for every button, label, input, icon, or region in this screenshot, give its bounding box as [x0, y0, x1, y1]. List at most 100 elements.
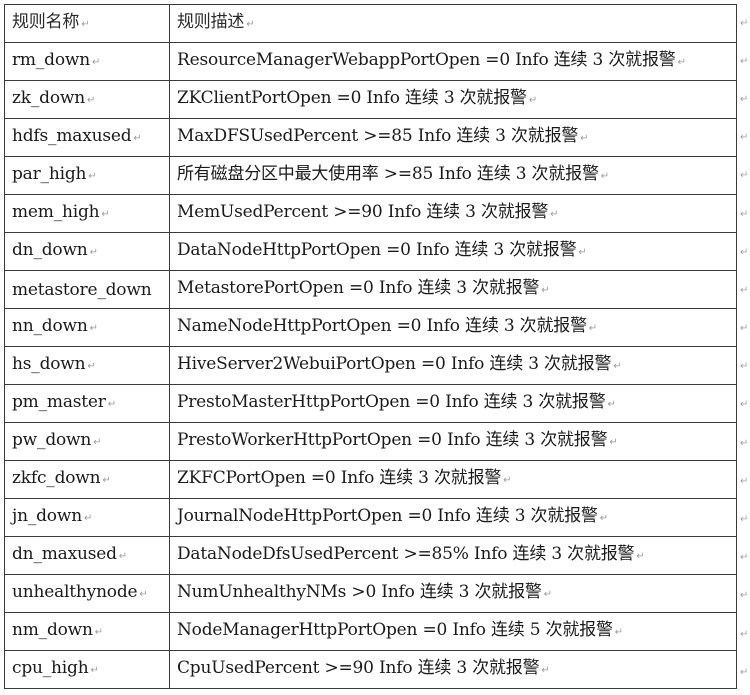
- rule-description: JournalNodeHttpPortOpen =0 Info 连续 3 次就报…: [177, 506, 598, 526]
- paragraph-mark-icon: ↵: [102, 475, 111, 486]
- paragraph-mark-icon: ↵: [614, 627, 623, 638]
- rule-name: zk_down: [12, 88, 85, 108]
- rule-name-cell: pw_down ↵: [4, 422, 170, 461]
- rule-name-cell: nm_down ↵: [4, 612, 170, 651]
- rule-description: ResourceManagerWebappPortOpen =0 Info 连续…: [177, 50, 676, 70]
- row-end-mark-icon: ↵: [740, 284, 749, 296]
- table-row: nm_down ↵ NodeManagerHttpPortOpen =0 Info …: [4, 612, 737, 651]
- rule-name: dn_maxused: [12, 544, 117, 564]
- row-end-mark-icon: ↵: [740, 323, 749, 335]
- table-row: par_high ↵ 所有磁盘分区中最大使用率 >=85 Info 连续 3 次就报…: [4, 156, 737, 195]
- rule-description: MetastorePortOpen =0 Info 连续 3 次就报警: [177, 278, 540, 298]
- row-end-mark-icon: ↵: [740, 361, 749, 373]
- paragraph-mark-icon: ↵: [87, 361, 96, 372]
- rule-name: zkfc_down: [12, 468, 101, 488]
- rule-name-cell: cpu_high ↵: [4, 650, 170, 689]
- rule-description-cell: NodeManagerHttpPortOpen =0 Info 连续 5 次就报…: [169, 612, 737, 651]
- rule-description-cell: ResourceManagerWebappPortOpen =0 Info 连续…: [169, 42, 737, 81]
- rule-description-cell: MemUsedPercent >=90 Info 连续 3 次就报警 ↵: [169, 194, 737, 233]
- row-end-mark-icon: ↵: [740, 514, 749, 526]
- rule-name: pw_down: [12, 430, 92, 450]
- rule-description-cell: ZKClientPortOpen =0 Info 连续 3 次就报警 ↵: [169, 80, 737, 119]
- alert-rules-table: 规则名称 ↵ 规则描述 ↵ rm_down ↵ ResourceManagerWebap…: [4, 4, 737, 689]
- header-rule-description: 规则描述 ↵: [169, 4, 737, 43]
- rule-description-cell: DataNodeHttpPortOpen =0 Info 连续 3 次就报警 ↵: [169, 232, 737, 271]
- rule-name: rm_down: [12, 50, 90, 70]
- rule-name: cpu_high: [12, 658, 89, 678]
- rule-description-cell: MaxDFSUsedPercent >=85 Info 连续 3 次就报警 ↵: [169, 118, 737, 157]
- rule-description: ZKFCPortOpen =0 Info 连续 3 次就报警: [177, 468, 502, 488]
- paragraph-mark-icon: ↵: [89, 247, 98, 258]
- rule-description: MaxDFSUsedPercent >=85 Info 连续 3 次就报警: [177, 126, 579, 146]
- paragraph-mark-icon: ↵: [636, 551, 645, 562]
- paragraph-mark-icon: ↵: [101, 209, 110, 220]
- rule-description-cell: NameNodeHttpPortOpen =0 Info 连续 3 次就报警 ↵: [169, 308, 737, 347]
- table-row: zkfc_down ↵ ZKFCPortOpen =0 Info 连续 3 次就报警…: [4, 460, 737, 499]
- table-row: rm_down ↵ ResourceManagerWebappPortOpen =0…: [4, 42, 737, 81]
- rule-name-cell: nn_down ↵: [4, 308, 170, 347]
- rule-name: mem_high: [12, 202, 100, 222]
- rule-name: pm_master: [12, 392, 106, 412]
- rule-description-cell: PrestoMasterHttpPortOpen =0 Info 连续 3 次就…: [169, 384, 737, 423]
- paragraph-mark-icon: ↵: [107, 399, 116, 410]
- paragraph-mark-icon: ↵: [578, 247, 587, 258]
- rule-name: jn_down: [12, 506, 82, 526]
- rule-name: nm_down: [12, 620, 93, 640]
- row-end-marks: ↵ ↵ ↵ ↵ ↵ ↵ ↵ ↵ ↵ ↵ ↵ ↵ ↵ ↵ ↵ ↵ ↵ ↵: [740, 4, 750, 691]
- row-end-mark-icon: ↵: [740, 552, 749, 564]
- rule-name-cell: unhealthynode ↵: [4, 574, 170, 613]
- paragraph-mark-icon: ↵: [93, 437, 102, 448]
- row-end-mark-icon: ↵: [740, 93, 749, 105]
- rule-description: HiveServer2WebuiPortOpen =0 Info 连续 3 次就…: [177, 354, 612, 374]
- rule-name-cell: hs_down ↵: [4, 346, 170, 385]
- paragraph-mark-icon: ↵: [118, 551, 127, 562]
- rule-name-cell: zkfc_down ↵: [4, 460, 170, 499]
- row-end-mark-icon: ↵: [740, 208, 749, 220]
- paragraph-mark-icon: ↵: [94, 627, 103, 638]
- rule-description: ZKClientPortOpen =0 Info 连续 3 次就报警: [177, 88, 527, 108]
- paragraph-mark-icon: ↵: [580, 133, 589, 144]
- rule-description: NameNodeHttpPortOpen =0 Info 连续 3 次就报警: [177, 316, 587, 336]
- paragraph-mark-icon: ↵: [613, 361, 622, 372]
- rule-description: NodeManagerHttpPortOpen =0 Info 连续 5 次就报…: [177, 620, 613, 640]
- table-row: zk_down ↵ ZKClientPortOpen =0 Info 连续 3 次就…: [4, 80, 737, 119]
- paragraph-mark-icon: ↵: [88, 171, 97, 182]
- paragraph-mark-icon: ↵: [90, 665, 99, 676]
- rule-description-cell: 所有磁盘分区中最大使用率 >=85 Info 连续 3 次就报警 ↵: [169, 156, 737, 195]
- paragraph-mark-icon: ↵: [607, 399, 616, 410]
- row-end-mark-icon: ↵: [740, 628, 749, 640]
- rule-name-cell: jn_down ↵: [4, 498, 170, 537]
- paragraph-mark-icon: ↵: [83, 513, 93, 524]
- paragraph-mark-icon: ↵: [677, 57, 686, 68]
- rule-name: hs_down: [12, 354, 86, 374]
- table-row: jn_down ↵ JournalNodeHttpPortOpen =0 Info …: [4, 498, 737, 537]
- paragraph-mark-icon: ↵: [86, 95, 96, 106]
- rule-description-cell: JournalNodeHttpPortOpen =0 Info 连续 3 次就报…: [169, 498, 737, 537]
- rule-name: unhealthynode: [12, 582, 138, 602]
- table-row: dn_maxused ↵ DataNodeDfsUsedPercent >=85% …: [4, 536, 737, 575]
- table-row: dn_down ↵ DataNodeHttpPortOpen =0 Info 连续 …: [4, 232, 737, 271]
- rule-description-cell: DataNodeDfsUsedPercent >=85% Info 连续 3 次…: [169, 536, 737, 575]
- paragraph-mark-icon: ↵: [81, 19, 90, 30]
- paragraph-mark-icon: ↵: [91, 57, 101, 68]
- paragraph-mark-icon: ↵: [588, 323, 598, 334]
- rule-name-cell: par_high ↵: [4, 156, 170, 195]
- table-row: hdfs_maxused ↵ MaxDFSUsedPercent >=85 Info…: [4, 118, 737, 157]
- table-row: cpu_high ↵ CpuUsedPercent >=90 Info 连续 3 次…: [4, 650, 737, 689]
- table-row: pm_master ↵ PrestoMasterHttpPortOpen =0 In…: [4, 384, 737, 423]
- table-row: hs_down ↵ HiveServer2WebuiPortOpen =0 Info…: [4, 346, 737, 385]
- row-end-mark-icon: ↵: [740, 475, 749, 487]
- rule-description: DataNodeHttpPortOpen =0 Info 连续 3 次就报警: [177, 240, 577, 260]
- row-end-mark-icon: ↵: [740, 590, 749, 602]
- paragraph-mark-icon: ↵: [133, 133, 142, 144]
- paragraph-mark-icon: ↵: [139, 589, 148, 600]
- rule-description: PrestoWorkerHttpPortOpen =0 Info 连续 3 次就…: [177, 430, 608, 450]
- paragraph-mark-icon: ↵: [503, 475, 512, 486]
- header-rule-name: 规则名称 ↵: [4, 4, 170, 43]
- rule-description: MemUsedPercent >=90 Info 连续 3 次就报警: [177, 202, 549, 222]
- table-row: metastore_down MetastorePortOpen =0 Info …: [4, 270, 737, 309]
- table-row: mem_high ↵ MemUsedPercent >=90 Info 连续 3 次…: [4, 194, 737, 233]
- paragraph-mark-icon: ↵: [541, 285, 550, 296]
- rule-name-cell: metastore_down: [4, 270, 170, 309]
- paragraph-mark-icon: ↵: [528, 95, 538, 106]
